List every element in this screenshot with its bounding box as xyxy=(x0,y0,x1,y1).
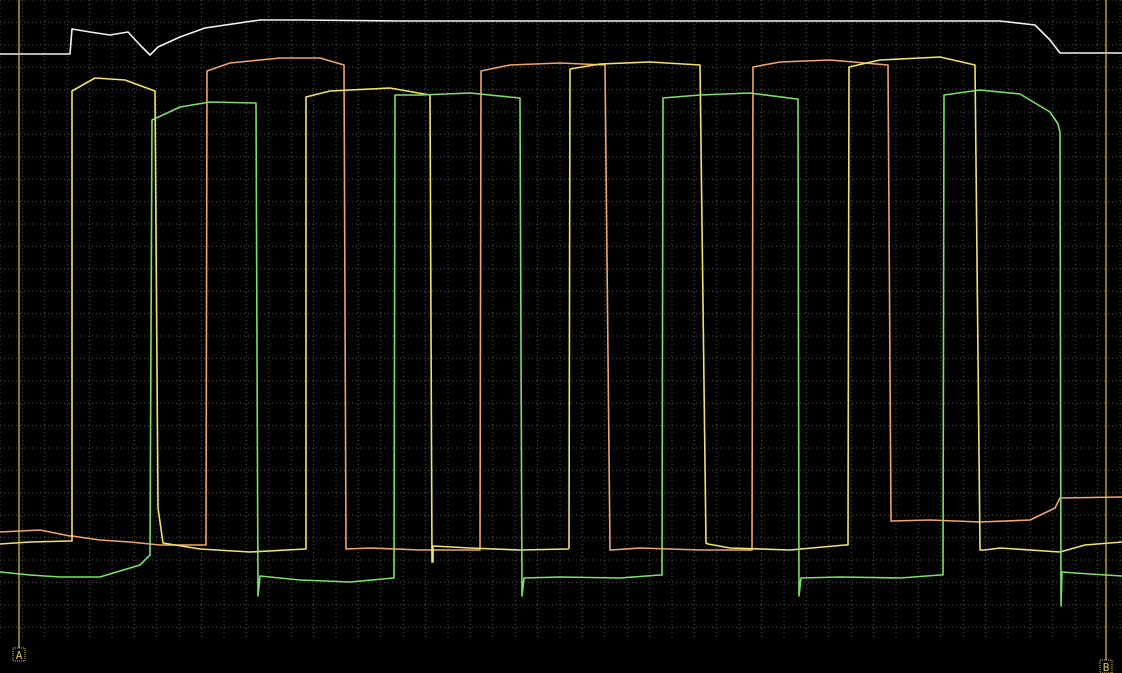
cursor-label-a: A xyxy=(16,649,23,662)
cursor-label-b: B xyxy=(1103,661,1110,673)
oscilloscope-plot: AB xyxy=(0,0,1122,673)
